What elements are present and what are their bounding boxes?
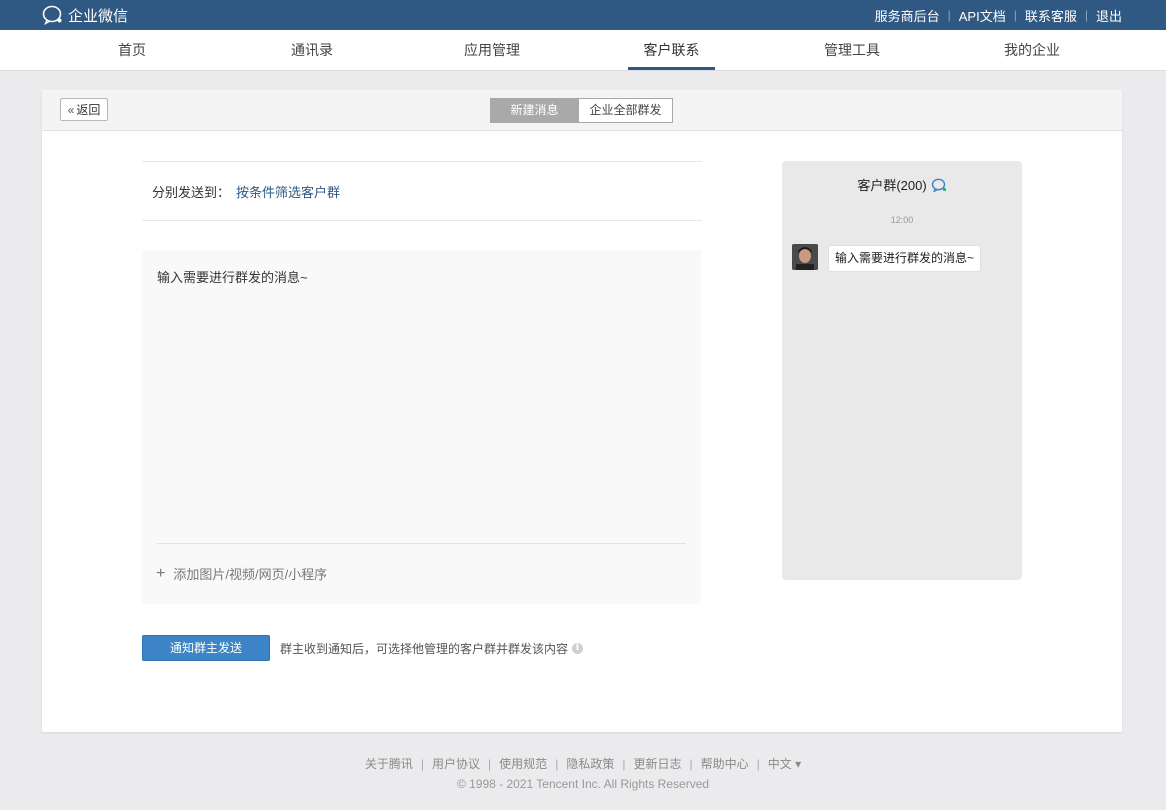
- footer-link-help-center[interactable]: 帮助中心: [701, 757, 749, 771]
- plus-icon: +: [156, 564, 166, 582]
- language-selector[interactable]: 中文 ▾: [768, 757, 801, 771]
- copyright: © 1998 - 2021 Tencent Inc. All Rights Re…: [456, 777, 710, 791]
- nav-admin-tools[interactable]: 管理工具: [812, 30, 892, 70]
- nav-contacts[interactable]: 通讯录: [272, 30, 352, 70]
- nav-my-enterprise[interactable]: 我的企业: [992, 30, 1072, 70]
- nav-active-indicator: [628, 67, 715, 70]
- back-button[interactable]: « 返回: [60, 98, 108, 121]
- main-nav: 首页 通讯录 应用管理 客户联系 管理工具 我的企业: [0, 30, 1166, 71]
- nav-app-management[interactable]: 应用管理: [452, 30, 532, 70]
- separator: |: [622, 757, 626, 771]
- card-header: « 返回 新建消息 企业全部群发: [42, 90, 1122, 131]
- divider: [157, 543, 686, 544]
- top-links: 服务商后台 | API文档 | 联系客服 | 退出: [875, 0, 1122, 30]
- nav-home[interactable]: 首页: [92, 30, 172, 70]
- back-label: 返回: [76, 103, 101, 117]
- top-link-contact-support[interactable]: 联系客服: [1025, 6, 1077, 25]
- message-input[interactable]: 输入需要进行群发的消息~: [157, 267, 308, 286]
- separator: |: [555, 757, 559, 771]
- separator: |: [488, 757, 492, 771]
- top-bar: 企业微信 服务商后台 | API文档 | 联系客服 | 退出: [0, 0, 1166, 30]
- avatar-image: [792, 244, 818, 270]
- footer-link-user-agreement[interactable]: 用户协议: [432, 757, 480, 771]
- phone-preview: 客户群(200) 12:00 输入需要进行群发的消息~: [782, 161, 1022, 580]
- tab-all-broadcasts[interactable]: 企业全部群发: [579, 98, 673, 123]
- info-icon[interactable]: i: [572, 643, 584, 654]
- separator: |: [689, 757, 693, 771]
- preview-timestamp: 12:00: [890, 215, 914, 225]
- top-link-logout[interactable]: 退出: [1096, 6, 1122, 25]
- footer-link-privacy-policy[interactable]: 隐私政策: [566, 757, 614, 771]
- nav-customer-contact[interactable]: 客户联系: [628, 30, 715, 70]
- separator: |: [947, 8, 951, 22]
- message-bubble: 输入需要进行群发的消息~: [828, 245, 982, 272]
- footer-link-usage-rules[interactable]: 使用规范: [499, 757, 547, 771]
- send-note: 群主收到通知后，可选择他管理的客户群并群发该内容 i: [280, 640, 584, 657]
- footer-link-changelog[interactable]: 更新日志: [633, 757, 681, 771]
- tab-new-message[interactable]: 新建消息: [490, 98, 579, 123]
- footer-links: 关于腾讯 | 用户协议 | 使用规范 | 隐私政策 | 更新日志 | 帮助中心 | 中文 ▾: [0, 755, 1166, 772]
- separator: |: [756, 757, 760, 771]
- compose-card: « 返回 新建消息 企业全部群发 分别发送到： 按条件筛选客户群 输入需要进行群…: [42, 90, 1122, 732]
- preview-header: 客户群(200): [782, 175, 1022, 194]
- filter-customer-groups-link[interactable]: 按条件筛选客户群: [236, 182, 340, 201]
- separator: |: [420, 757, 425, 771]
- message-editor[interactable]: 输入需要进行群发的消息~ + 添加图片/视频/网页/小程序: [142, 250, 701, 604]
- footer-link-about-tencent[interactable]: 关于腾讯: [365, 757, 413, 771]
- wecom-logo-icon: [42, 5, 62, 25]
- top-link-provider-backend[interactable]: 服务商后台: [875, 6, 940, 25]
- avatar: [792, 244, 818, 270]
- send-to-label: 分别发送到：: [152, 185, 231, 200]
- wecom-chat-icon: [931, 178, 946, 192]
- message-type-tabs: 新建消息 企业全部群发: [490, 98, 673, 123]
- add-attachment-label: 添加图片/视频/网页/小程序: [173, 567, 328, 582]
- preview-title: 客户群(200): [857, 178, 927, 193]
- send-to-row: 分别发送到： 按条件筛选客户群: [142, 161, 702, 221]
- separator: |: [1084, 8, 1088, 22]
- separator: |: [1013, 8, 1017, 22]
- brand-logo[interactable]: 企业微信: [42, 4, 128, 26]
- send-note-text: 群主收到通知后，可选择他管理的客户群并群发该内容: [280, 642, 569, 656]
- double-chevron-left-icon: «: [67, 102, 75, 117]
- top-link-api-docs[interactable]: API文档: [959, 6, 1006, 25]
- notify-owner-send-button[interactable]: 通知群主发送: [142, 635, 270, 661]
- brand-name: 企业微信: [68, 7, 129, 25]
- add-attachment-button[interactable]: + 添加图片/视频/网页/小程序: [156, 564, 327, 583]
